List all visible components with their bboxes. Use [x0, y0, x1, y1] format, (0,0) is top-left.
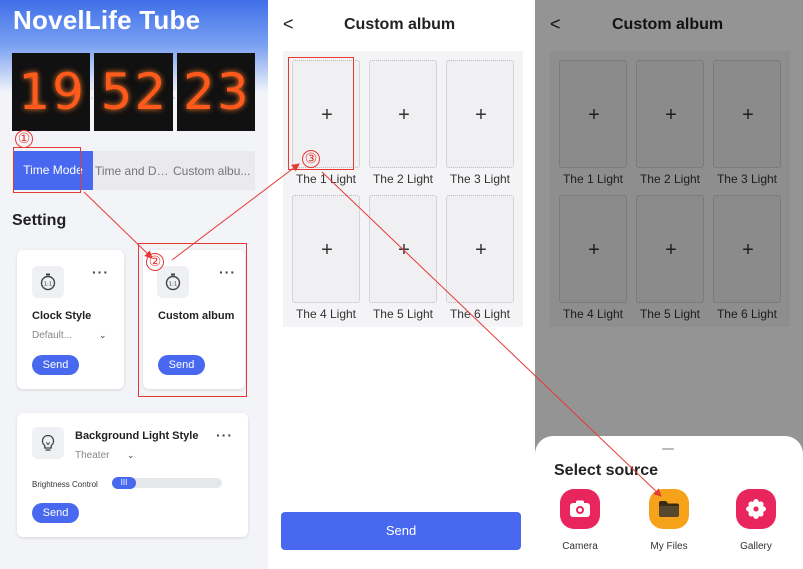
sheet-drag-handle[interactable] [662, 448, 674, 450]
select-source-screen: < Custom album + The 1 Light + The 2 Lig… [535, 0, 803, 569]
clock-digit: 9 [52, 63, 84, 121]
card-title: Clock Style [32, 310, 92, 322]
annotation-number-1: ① [15, 130, 33, 148]
clock-minutes: 5 2 [94, 53, 173, 131]
setting-heading: Setting [12, 212, 67, 229]
light-slot-4[interactable]: + The 4 Light [289, 192, 363, 322]
card-title: Background Light Style [75, 430, 199, 442]
send-button[interactable]: Send [32, 355, 79, 375]
send-button[interactable]: Send [32, 503, 79, 523]
chevron-down-icon[interactable]: ⌄ [127, 450, 135, 461]
app-title: NovelLife Tube [13, 5, 201, 35]
image-slot[interactable]: + [446, 60, 514, 168]
source-label: Camera [562, 541, 598, 552]
clock-seconds: 2 3 [176, 53, 255, 131]
source-label: My Files [650, 541, 688, 552]
light-slot-3[interactable]: + The 3 Light [443, 57, 517, 187]
lightbulb-icon [32, 427, 64, 459]
source-label: Gallery [740, 541, 772, 552]
slot-label: The 4 Light [295, 307, 357, 321]
background-light-card[interactable]: ··· Background Light Style Theater ⌄ Sen… [17, 413, 248, 537]
more-options-button[interactable]: ··· [92, 264, 109, 280]
source-gallery[interactable]: Gallery [718, 489, 788, 569]
clock-digit: 5 [100, 63, 133, 121]
tab-time-and-date[interactable]: Time and Da... [93, 164, 171, 178]
brightness-label: Brightness Control [32, 480, 98, 489]
add-image-icon[interactable]: + [370, 61, 438, 169]
sheet-title: Select source [554, 462, 659, 479]
nixie-clock-display: 1 9 5 2 2 3 : : [12, 53, 255, 131]
tab-custom-album[interactable]: Custom albu... [171, 164, 255, 178]
clock-hours: 1 9 [12, 53, 91, 131]
brightness-slider-handle[interactable]: III [112, 477, 136, 489]
annotation-number-2: ② [146, 253, 164, 271]
add-image-icon[interactable]: + [447, 61, 515, 169]
svg-text:1:1: 1:1 [44, 282, 53, 288]
image-slot[interactable]: + [369, 195, 437, 303]
slot-label: The 5 Light [372, 307, 434, 321]
select-source-sheet: Select source Camera My Files Gallery [535, 436, 803, 569]
source-camera[interactable]: Camera [542, 489, 612, 569]
image-slot[interactable]: + [292, 195, 360, 303]
annotation-number-3: ③ [302, 150, 320, 168]
clock-digit: 2 [134, 63, 167, 121]
annotation-box-time-mode [13, 147, 81, 193]
source-my-files[interactable]: My Files [631, 489, 701, 569]
slot-label: The 1 Light [295, 172, 357, 186]
page-title: Custom album [344, 16, 456, 33]
add-image-icon[interactable]: + [447, 196, 515, 304]
flower-icon[interactable] [736, 489, 776, 529]
light-style-dropdown[interactable]: Theater [75, 450, 109, 461]
chevron-down-icon[interactable]: ⌄ [99, 330, 107, 341]
image-slot[interactable]: + [446, 195, 514, 303]
image-slot[interactable]: + [369, 60, 437, 168]
clock-separator: : [171, 79, 178, 104]
slot-label: The 6 Light [449, 307, 511, 321]
clock-separator: : [89, 79, 96, 104]
light-slot-5[interactable]: + The 5 Light [366, 192, 440, 322]
folder-icon[interactable] [649, 489, 689, 529]
slot-label: The 2 Light [372, 172, 434, 186]
light-slot-6[interactable]: + The 6 Light [443, 192, 517, 322]
camera-icon[interactable] [560, 489, 600, 529]
more-options-button[interactable]: ··· [216, 427, 233, 443]
clock-style-dropdown[interactable]: Default... [32, 330, 72, 341]
add-image-icon[interactable]: + [370, 196, 438, 304]
annotation-box-light-slot [288, 57, 354, 170]
back-button[interactable]: < [283, 14, 294, 35]
slot-label: The 3 Light [449, 172, 511, 186]
send-button[interactable]: Send [281, 512, 521, 550]
timer-icon: 1:1 [32, 266, 64, 298]
clock-style-card[interactable]: 1:1 ··· Clock Style Default... ⌄ Send [17, 250, 124, 389]
clock-digit: 1 [18, 63, 51, 121]
light-slot-2[interactable]: + The 2 Light [366, 57, 440, 187]
clock-digit: 3 [216, 63, 249, 121]
add-image-icon[interactable]: + [293, 196, 361, 304]
clock-digit: 2 [183, 63, 215, 121]
